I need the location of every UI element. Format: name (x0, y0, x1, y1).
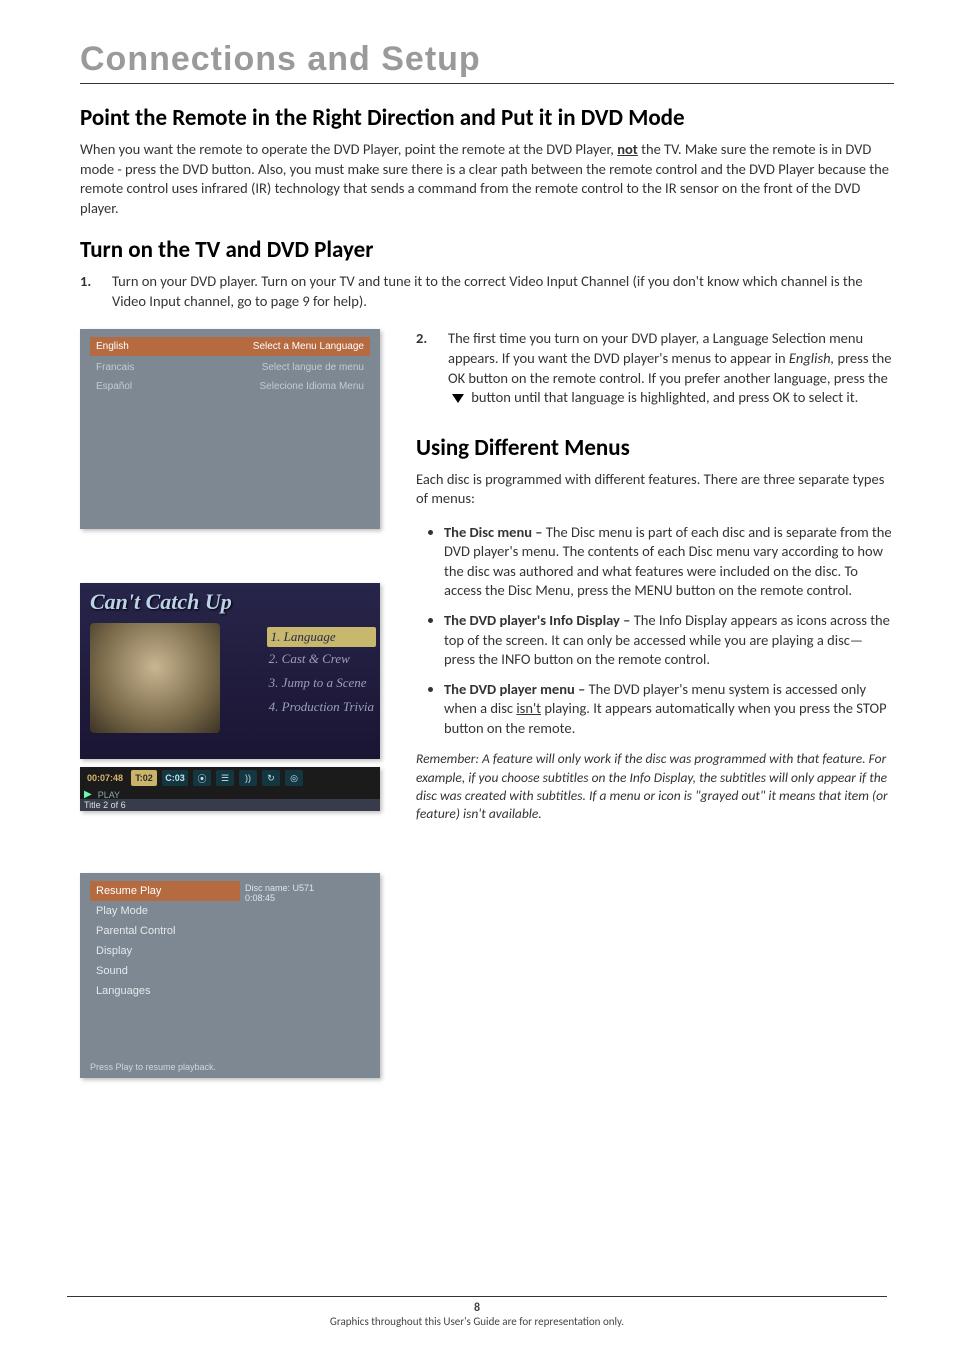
bullet-player-isnt: isn't (516, 699, 541, 717)
bullet-disc-menu: The Disc menu – The Disc menu is part of… (444, 523, 894, 601)
chapter-title: Connections and Setup (80, 40, 894, 79)
section1-not: not (617, 140, 638, 158)
step1-text: Turn on your DVD player. Turn on your TV… (112, 272, 894, 311)
info-audio-icon: )) (239, 770, 257, 786)
player-disc-time: 0:08:45 (245, 893, 314, 903)
info-angle-icon: ⦿ (193, 770, 211, 786)
step1-num: 1. (80, 272, 98, 311)
info-time: 00:07:48 (84, 773, 126, 783)
footer-rule (67, 1296, 887, 1297)
step2-text: The first time you turn on your DVD play… (448, 329, 894, 407)
info-chapter-chip: C:03 (162, 770, 188, 786)
info-play-label: PLAY (98, 790, 120, 800)
step-2: 2. The first time you turn on your DVD p… (416, 329, 894, 407)
lang-francais-r: Select langue de menu (262, 362, 364, 373)
section3-title: Using Different Menus (416, 434, 894, 462)
lang-row-english: English Select a Menu Language (90, 337, 370, 356)
section1-body: When you want the remote to operate the … (80, 140, 894, 218)
section2-title: Turn on the TV and DVD Player (80, 236, 894, 264)
player-hint: Press Play to resume playback. (90, 1062, 216, 1072)
section3-intro: Each disc is programmed with different f… (416, 470, 894, 509)
lang-english-l: English (96, 341, 203, 352)
step-1: 1. Turn on your DVD player. Turn on your… (80, 272, 894, 311)
chapter-rule (80, 83, 894, 84)
disc-opt-1: 1. Language (267, 627, 376, 647)
footer-note: Graphics throughout this User's Guide ar… (330, 1315, 624, 1328)
bullet-player-menu: The DVD player menu – The DVD player's m… (444, 680, 894, 739)
bullet-disc-lead: The Disc menu – (444, 523, 546, 541)
section1-body-a: When you want the remote to operate the … (80, 140, 617, 158)
bullet-player-lead: The DVD player menu – (444, 680, 589, 698)
info-subtitle-icon: ☰ (216, 770, 234, 786)
step2-c: button until that language is highlighte… (468, 388, 858, 406)
lang-row-francais: Francais Select langue de menu (90, 358, 370, 377)
lang-francais-l: Francais (96, 362, 203, 373)
disc-opt-3: 3. Jump to a Scene (267, 671, 376, 695)
page-number: 8 (0, 1301, 954, 1315)
figure-language-menu: English Select a Menu Language Francais … (80, 329, 380, 529)
info-title2: Title 2 of 6 (80, 799, 380, 811)
lang-espanol-l: Español (96, 381, 203, 392)
player-item-parental: Parental Control (90, 921, 240, 941)
info-target-icon: ◎ (285, 770, 303, 786)
lang-english-r: Select a Menu Language (253, 341, 364, 352)
player-item-playmode: Play Mode (90, 901, 240, 921)
player-item-resume: Resume Play (90, 881, 240, 901)
bullet-info-display: The DVD player's Info Display – The Info… (444, 611, 894, 670)
section3-note: Remember: A feature will only work if th… (416, 750, 894, 823)
bullet-info-lead: The DVD player's Info Display – (444, 611, 634, 629)
disc-title: Can't Catch Up (90, 589, 232, 615)
figure-disc-menu: Can't Catch Up 1. Language 2. Cast & Cre… (80, 583, 380, 759)
info-repeat-icon: ↻ (262, 770, 280, 786)
step2-num: 2. (416, 329, 434, 407)
info-title-chip: T:02 (131, 770, 157, 786)
player-item-sound: Sound (90, 961, 240, 981)
player-disc-name: Disc name: U571 (245, 883, 314, 893)
down-arrow-icon (452, 394, 464, 403)
section1-title: Point the Remote in the Right Direction … (80, 104, 894, 132)
player-item-display: Display (90, 941, 240, 961)
figure-info-display: 00:07:48 T:02 C:03 ⦿ ☰ )) ↻ ◎ ▶ PLAY Tit… (80, 767, 380, 811)
player-item-languages: Languages (90, 981, 240, 1001)
step2-english: English, (789, 349, 834, 367)
disc-opt-4: 4. Production Trivia (267, 695, 376, 719)
disc-movie-thumb (90, 623, 220, 733)
lang-espanol-r: Selecione Idioma Menu (259, 381, 364, 392)
footer: 8 Graphics throughout this User's Guide … (0, 1296, 954, 1328)
disc-opt-2: 2. Cast & Crew (267, 647, 376, 671)
lang-row-espanol: Español Selecione Idioma Menu (90, 377, 370, 396)
figure-player-menu: Resume Play Play Mode Parental Control D… (80, 873, 380, 1078)
